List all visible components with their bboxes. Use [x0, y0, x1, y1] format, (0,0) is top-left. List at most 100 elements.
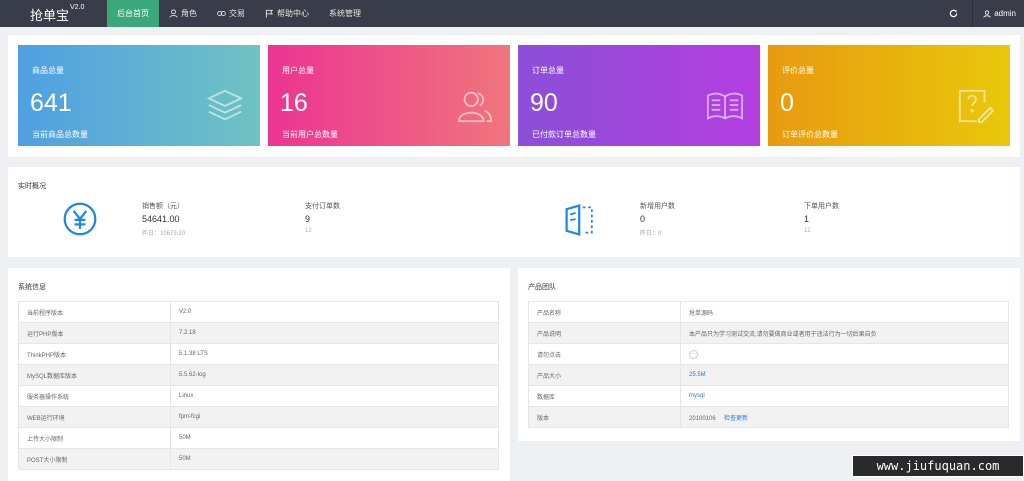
- metric-label: 下单用户数: [804, 203, 839, 210]
- user-icon: [983, 9, 991, 18]
- table-cell-key: 产品说明: [528, 322, 681, 344]
- table-cell-key: POST大小限制: [18, 448, 171, 470]
- app-logo[interactable]: 抢单宝V2.0: [30, 4, 84, 24]
- stat-value: 90: [530, 89, 558, 117]
- product-size-link[interactable]: 25.5M: [689, 372, 706, 378]
- table-cell-value: V2.0: [170, 301, 499, 323]
- system-info-table: 当前程序版本 V2.0 运行PHP版本 7.2.18 ThinkPHP版本 5.1.3…: [18, 301, 499, 470]
- table-cell-value: ···: [680, 343, 1009, 365]
- system-info-panel: 系统信息 当前程序版本 V2.0 运行PHP版本 7.2.18 ThinkPHP版本…: [8, 268, 510, 481]
- refresh-button[interactable]: [942, 0, 964, 27]
- table-row: 版本 20100106 检查更新: [528, 406, 1009, 428]
- stat-sub: 当前商品总数量: [32, 130, 88, 139]
- nav-item-trade[interactable]: 交易: [207, 0, 255, 27]
- table-cell-value: mysql: [680, 385, 1009, 407]
- table-row: ThinkPHP版本 5.1.38 LTS: [18, 343, 499, 365]
- stat-card-reviews[interactable]: 评价总量 0 订单评价总数量: [768, 45, 1010, 146]
- metric-order-users: 下单用户数 1 12: [804, 201, 839, 234]
- stat-value: 641: [30, 89, 72, 117]
- nav-item-label: 角色: [181, 9, 197, 18]
- metric-value: 0: [640, 214, 646, 224]
- table-row: 运行PHP版本 7.2.18: [18, 322, 499, 344]
- do-not-click-button[interactable]: ···: [689, 349, 698, 359]
- username: admin: [994, 9, 1016, 18]
- nav-item-label: 交易: [229, 9, 245, 18]
- stat-card-orders[interactable]: 订单总量 90 已付款订单总数量: [518, 45, 760, 146]
- table-cell-key: 上传大小限制: [18, 427, 171, 449]
- watermark: www.jiufuquan.com: [852, 455, 1024, 477]
- yuan-icon: [63, 202, 97, 236]
- stat-card-products[interactable]: 商品总量 641 当前商品总数量: [18, 45, 260, 146]
- table-cell-key: ThinkPHP版本: [18, 343, 171, 365]
- metric-label: 支付订单数: [305, 203, 340, 210]
- flag-icon: [265, 9, 274, 18]
- stat-sub: 当前用户总数量: [282, 130, 338, 139]
- metric-value: 54641.00: [142, 214, 180, 224]
- check-update-link[interactable]: 检查更新: [724, 416, 748, 422]
- nav-item-home[interactable]: 后台首页: [107, 0, 159, 27]
- table-cell-value: 7.2.18: [170, 322, 499, 344]
- stat-sub: 订单评价总数量: [782, 130, 838, 139]
- user-menu[interactable]: admin: [983, 9, 1016, 18]
- stat-sub: 已付款订单总数量: [532, 130, 596, 139]
- table-row: 服务器操作系统 Linux: [18, 385, 499, 407]
- stat-label: 评价总量: [782, 66, 814, 75]
- metric-orders: 支付订单数 9 12: [305, 201, 340, 234]
- table-cell-key: 运行PHP版本: [18, 322, 171, 344]
- product-team-panel: 产品团队 产品名称 抢单源码 产品说明 本产品只为学习测试交流,请勿要做商业或者用于…: [518, 268, 1020, 441]
- nav-item-label: 后台首页: [117, 9, 149, 18]
- table-cell-key: 请勿点击: [528, 343, 681, 365]
- stat-label: 用户总量: [282, 66, 314, 75]
- metric-sub: 12: [305, 228, 312, 234]
- table-cell-value: 50M: [170, 448, 499, 470]
- version-value: 20100106: [689, 415, 716, 422]
- top-right-tools: admin: [942, 0, 1016, 27]
- door-icon: [565, 204, 593, 236]
- stat-label: 商品总量: [32, 66, 64, 75]
- refresh-icon: [949, 9, 957, 18]
- stats-panel: 商品总量 641 当前商品总数量 用户总量 16 当前用户总数量 订单总量 90…: [8, 35, 1020, 157]
- nav-item-system[interactable]: 系统管理: [319, 0, 371, 27]
- metric-value: 1: [804, 214, 810, 224]
- panel-title: 产品团队: [528, 284, 556, 291]
- database-link[interactable]: mysql: [689, 393, 705, 399]
- table-cell-key: MySQL数据库版本: [18, 364, 171, 386]
- table-row: 请勿点击 ···: [528, 343, 1009, 365]
- table-cell-value: Linux: [170, 385, 499, 407]
- app-title: 抢单宝: [30, 8, 70, 23]
- table-row: 产品大小 25.5M: [528, 364, 1009, 386]
- nav-item-role[interactable]: 角色: [159, 0, 207, 27]
- stat-value: 16: [280, 89, 308, 117]
- table-row: MySQL数据库版本 5.5.62-log: [18, 364, 499, 386]
- table-row: 产品说明 本产品只为学习测试交流,请勿要做商业或者用于违法行为一切后果自负: [528, 322, 1009, 344]
- table-cell-value: fpm-fcgi: [170, 406, 499, 428]
- table-cell-key: 当前程序版本: [18, 301, 171, 323]
- panel-title: 系统信息: [18, 284, 46, 291]
- metric-sales: 销售额（元） 54641.00 昨日：10679.20: [142, 201, 185, 237]
- top-navbar: 抢单宝V2.0 后台首页 角色 交易 帮助中心 系统管理 admin: [0, 0, 1024, 27]
- table-cell-key: 服务器操作系统: [18, 385, 171, 407]
- table-cell-key: 产品名称: [528, 301, 681, 323]
- table-row: WEB运行环境 fpm-fcgi: [18, 406, 499, 428]
- metric-sub: 昨日：10679.20: [142, 231, 186, 237]
- user-icon: [169, 9, 178, 18]
- metric-new-users: 新增用户数 0 昨日：0: [640, 201, 675, 237]
- table-cell-value: 抢单源码: [680, 301, 1009, 323]
- nav-item-label: 系统管理: [329, 9, 361, 18]
- metric-value: 9: [305, 214, 311, 224]
- metric-label: 新增用户数: [640, 203, 675, 210]
- table-row: POST大小限制 50M: [18, 448, 499, 470]
- realtime-panel: 实时概况 销售额（元） 54641.00 昨日：10679.20 支付订单数 9…: [8, 167, 1020, 257]
- table-cell-key: 版本: [528, 406, 681, 428]
- stat-value: 0: [780, 89, 794, 117]
- nav-item-help[interactable]: 帮助中心: [255, 0, 319, 27]
- table-cell-key: 产品大小: [528, 364, 681, 386]
- edit-icon: [958, 89, 994, 124]
- table-cell-value: 50M: [170, 427, 499, 449]
- table-cell-value: 25.5M: [680, 364, 1009, 386]
- stat-card-users[interactable]: 用户总量 16 当前用户总数量: [268, 45, 510, 146]
- table-cell-value: 20100106 检查更新: [680, 406, 1009, 428]
- metric-sub: 昨日：0: [640, 231, 662, 237]
- table-cell-value: 5.1.38 LTS: [170, 343, 499, 365]
- book-icon: [706, 92, 744, 120]
